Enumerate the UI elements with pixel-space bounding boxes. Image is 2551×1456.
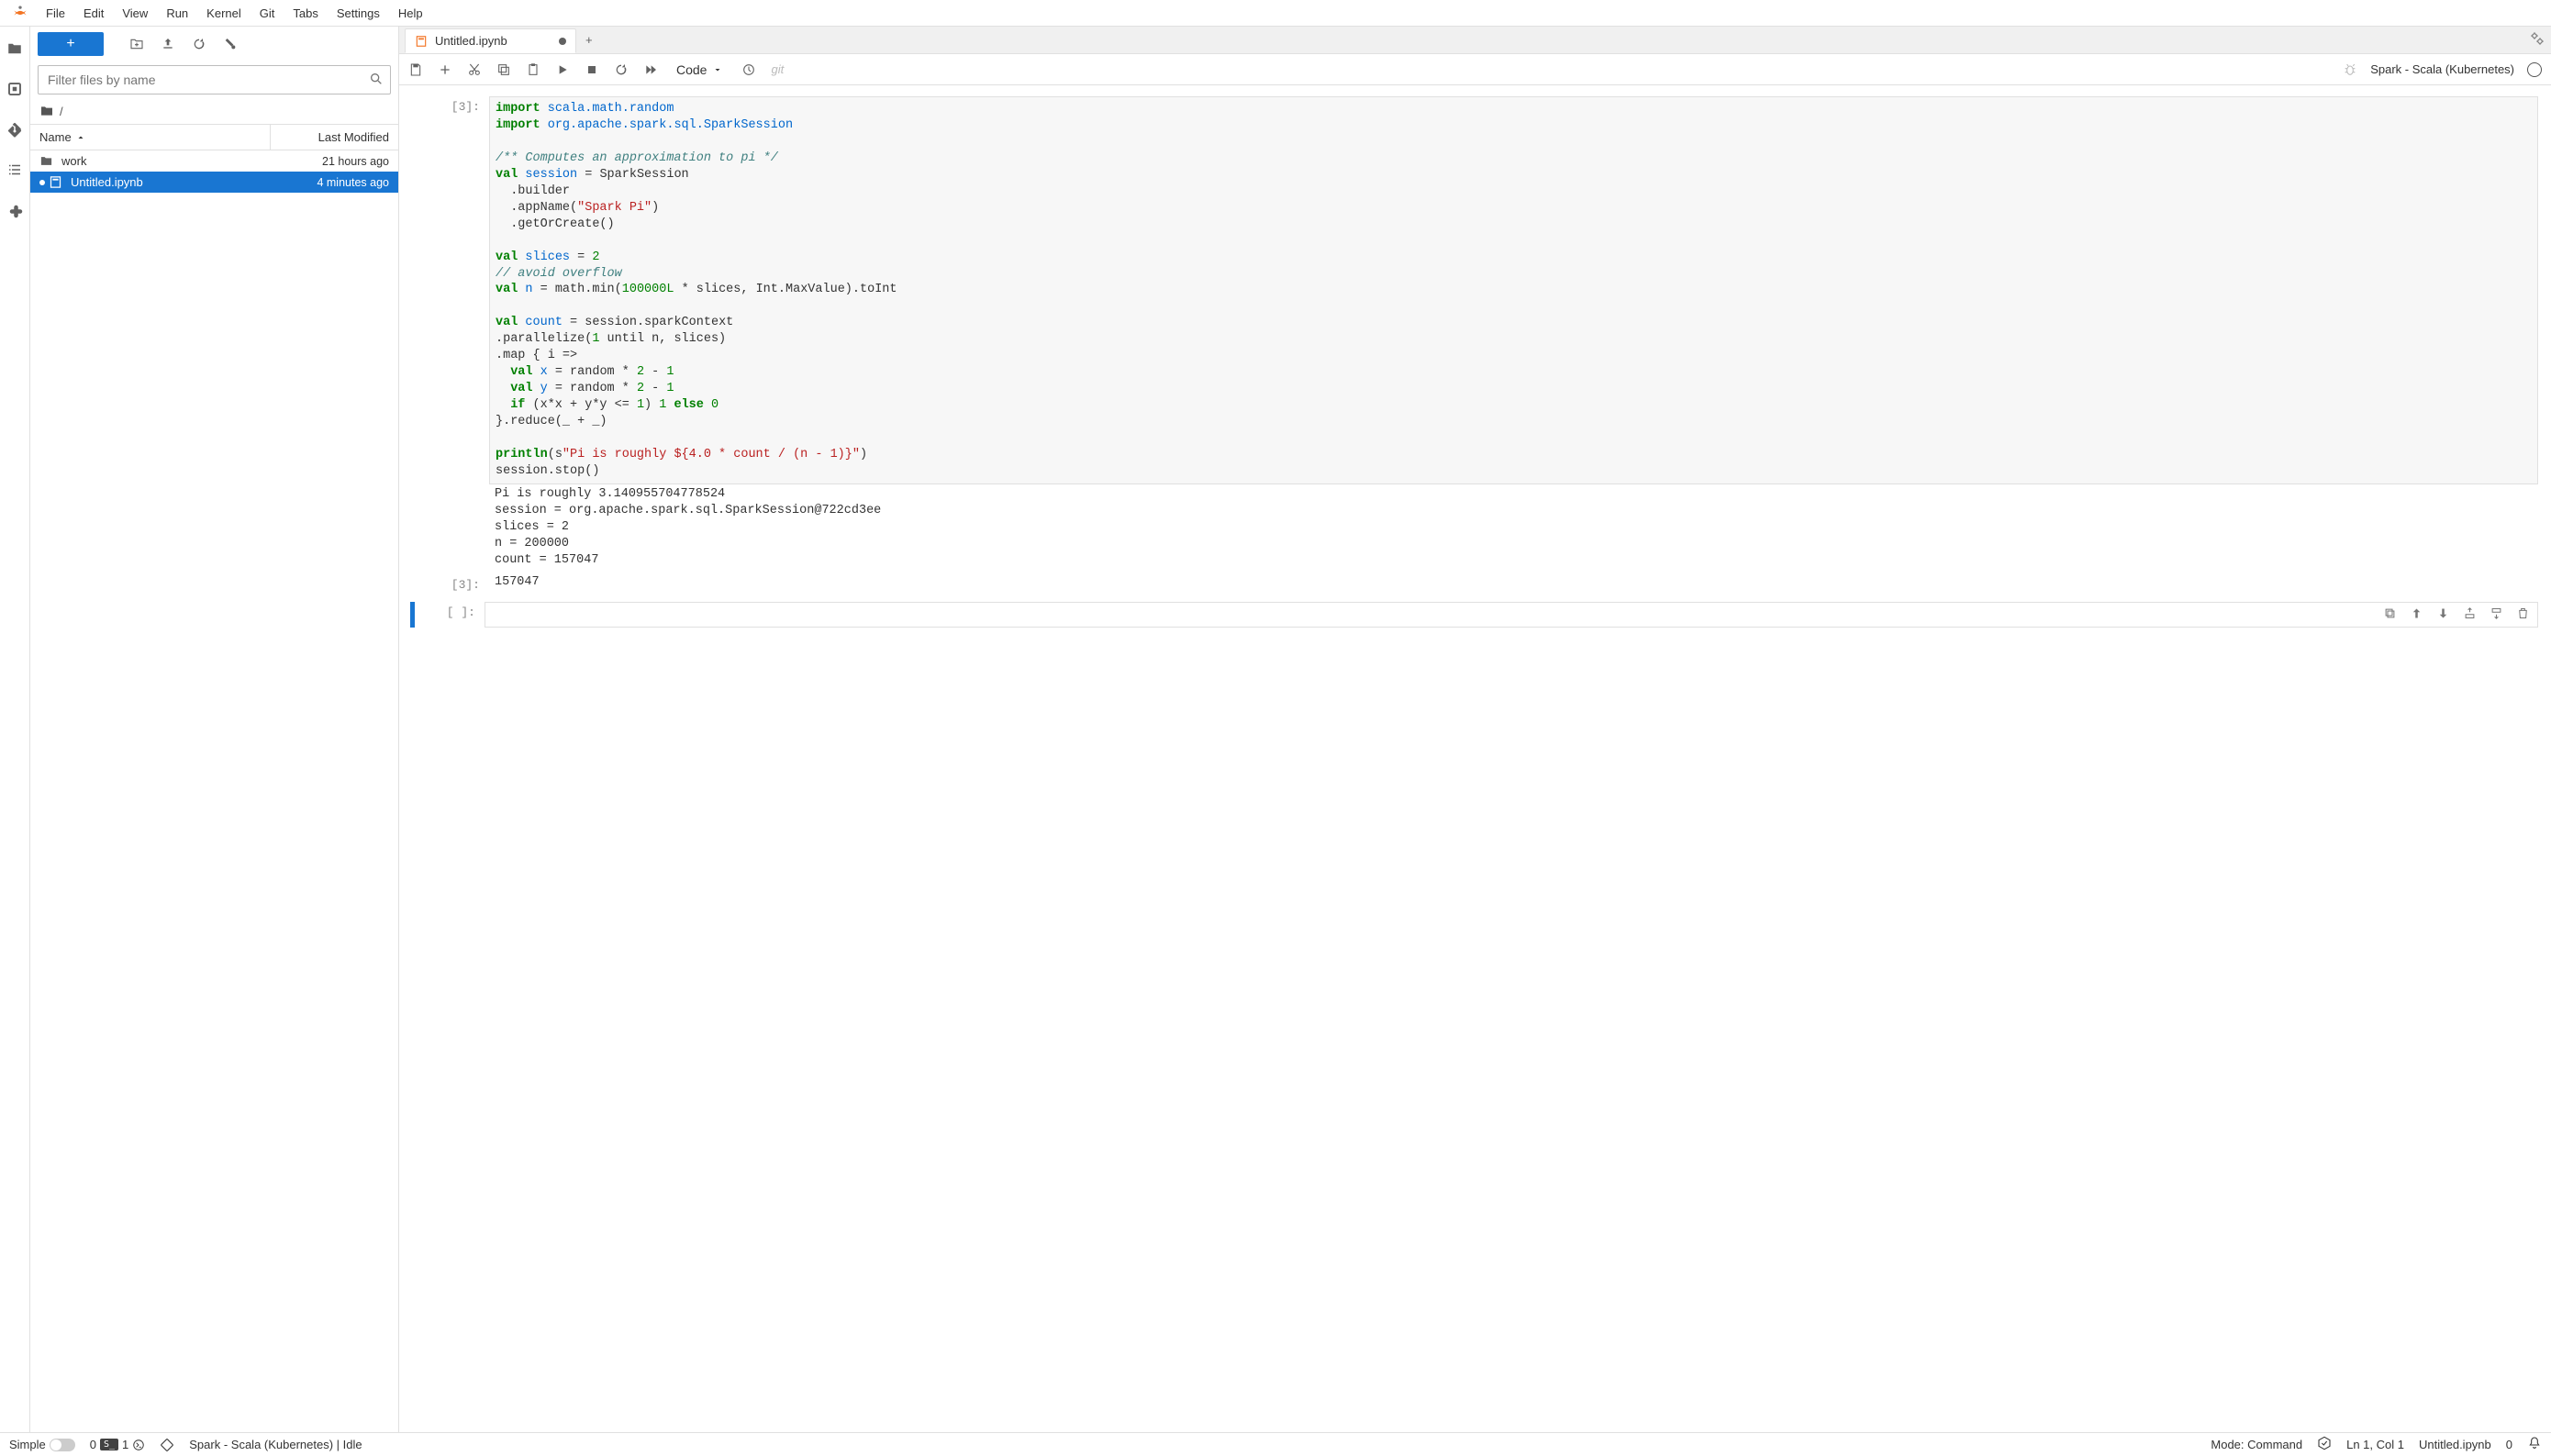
bell-icon[interactable] — [2527, 1436, 2542, 1453]
git-status-icon[interactable] — [160, 1438, 174, 1452]
insert-above-icon[interactable] — [2463, 606, 2477, 623]
extensions-icon[interactable] — [6, 201, 24, 219]
notebook-toolbar: Code git Spark - Scala (Kubernetes) — [399, 54, 2551, 85]
save-icon[interactable] — [408, 62, 423, 77]
folder-row[interactable]: work21 hours ago — [30, 150, 398, 172]
file-row[interactable]: Untitled.ipynb4 minutes ago — [30, 172, 398, 193]
new-folder-icon[interactable] — [124, 32, 150, 56]
menu-view[interactable]: View — [113, 3, 157, 24]
menu-help[interactable]: Help — [389, 3, 432, 24]
git-clone-icon[interactable] — [217, 32, 243, 56]
file-name: Untitled.ipynb — [71, 175, 261, 189]
activity-bar — [0, 27, 30, 1432]
bug-icon[interactable] — [2343, 62, 2357, 77]
sb-count-0[interactable]: 0 — [90, 1438, 96, 1451]
folder-icon — [39, 104, 54, 118]
git-label[interactable]: git — [771, 62, 784, 76]
running-dot — [39, 180, 45, 185]
cell-type-select[interactable]: Code — [673, 61, 727, 79]
running-icon[interactable] — [6, 80, 24, 98]
cell-stdout: Pi is roughly 3.140955704778524 session … — [489, 484, 2538, 571]
file-modified: 4 minutes ago — [261, 176, 389, 189]
copy-icon[interactable] — [496, 62, 511, 77]
chevron-down-icon — [712, 64, 723, 75]
kernel-status-indicator[interactable] — [2527, 62, 2542, 77]
menu-tabs[interactable]: Tabs — [284, 3, 327, 24]
file-name: work — [61, 154, 261, 168]
tab-strip: Untitled.ipynb + — [399, 27, 2551, 54]
tab-untitled[interactable]: Untitled.ipynb — [405, 28, 576, 53]
filter-files-input[interactable] — [38, 65, 391, 94]
mode-indicator[interactable]: Mode: Command — [2211, 1438, 2302, 1451]
current-file[interactable]: Untitled.ipynb — [2419, 1438, 2491, 1451]
breadcrumb-root[interactable]: / — [60, 105, 63, 118]
notebook-icon — [49, 175, 65, 189]
folder-icon[interactable] — [6, 39, 24, 58]
jupyter-logo[interactable] — [9, 2, 31, 24]
file-browser: + / Name — [30, 27, 399, 1432]
duplicate-cell-icon[interactable] — [2383, 606, 2397, 623]
tab-dirty-indicator — [559, 38, 566, 45]
menu-run[interactable]: Run — [157, 3, 197, 24]
insert-below-icon[interactable] — [2490, 606, 2503, 623]
active-cell-indicator — [410, 602, 415, 628]
toc-icon[interactable] — [6, 161, 24, 179]
menu-file[interactable]: File — [37, 3, 74, 24]
menu-edit[interactable]: Edit — [74, 3, 113, 24]
insert-cell-icon[interactable] — [438, 62, 452, 77]
scala-badge[interactable]: S_ — [100, 1439, 118, 1450]
simple-toggle[interactable]: Simple — [9, 1438, 75, 1451]
kernel-name[interactable]: Spark - Scala (Kubernetes) — [2370, 62, 2514, 76]
settings-icon[interactable] — [2529, 30, 2545, 50]
cursor-position[interactable]: Ln 1, Col 1 — [2346, 1438, 2404, 1451]
clock-icon[interactable] — [741, 62, 756, 77]
menu-settings[interactable]: Settings — [328, 3, 389, 24]
cut-icon[interactable] — [467, 62, 482, 77]
new-launcher-button[interactable]: + — [38, 32, 104, 56]
output-prompt: [3]: — [410, 574, 489, 593]
tab-title: Untitled.ipynb — [435, 34, 507, 48]
stop-icon[interactable] — [585, 62, 599, 77]
input-prompt: [ ]: — [418, 602, 485, 628]
run-icon[interactable] — [555, 62, 570, 77]
delete-cell-icon[interactable] — [2516, 606, 2530, 623]
add-tab-button[interactable]: + — [576, 27, 602, 53]
git-icon[interactable] — [6, 120, 24, 139]
menubar: FileEditViewRunKernelGitTabsSettingsHelp — [0, 0, 2551, 27]
empty-code-cell[interactable] — [485, 602, 2538, 628]
file-modified: 21 hours ago — [261, 155, 389, 168]
work-area: Untitled.ipynb + — [399, 27, 2551, 1432]
status-bar: Simple 0 S_ 1 Spark - Scala (Kubernetes)… — [0, 1432, 2551, 1456]
input-prompt: [3]: — [410, 96, 489, 571]
run-all-icon[interactable] — [643, 62, 658, 77]
breadcrumb[interactable]: / — [30, 98, 398, 124]
restart-icon[interactable] — [614, 62, 629, 77]
sort-up-icon — [75, 132, 86, 143]
notebook-content[interactable]: [3]: import scala.math.random import org… — [399, 85, 2551, 1432]
move-up-icon[interactable] — [2410, 606, 2423, 623]
upload-icon[interactable] — [155, 32, 181, 56]
code-cell[interactable]: import scala.math.random import org.apac… — [489, 96, 2538, 484]
lsp-status-icon[interactable] — [2317, 1436, 2332, 1453]
folder-icon — [39, 154, 56, 168]
menu-kernel[interactable]: Kernel — [197, 3, 251, 24]
kernel-status-text[interactable]: Spark - Scala (Kubernetes) | Idle — [189, 1438, 362, 1451]
sb-count-1[interactable]: 1 — [122, 1438, 128, 1451]
move-down-icon[interactable] — [2436, 606, 2450, 623]
column-name-header[interactable]: Name — [30, 125, 270, 150]
paste-icon[interactable] — [526, 62, 540, 77]
terminal-icon[interactable] — [132, 1439, 145, 1451]
cell-result: 157047 — [489, 574, 2538, 593]
notification-count[interactable]: 0 — [2506, 1438, 2512, 1451]
search-icon — [369, 72, 384, 89]
refresh-icon[interactable] — [186, 32, 212, 56]
menu-git[interactable]: Git — [251, 3, 284, 24]
column-modified-header[interactable]: Last Modified — [270, 125, 398, 150]
notebook-icon — [415, 35, 428, 48]
